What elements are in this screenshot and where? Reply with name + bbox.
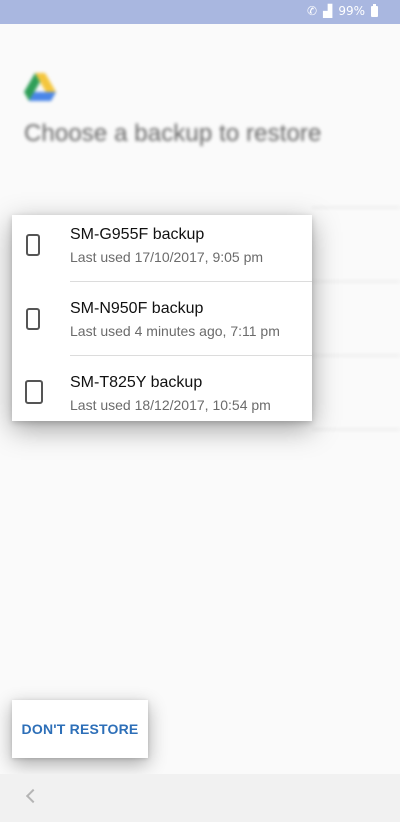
status-icons: ✆ ▟ 99% [307, 3, 378, 18]
backup-item-sm-g955f[interactable]: SM-G955F backup Last used 17/10/2017, 9:… [12, 215, 312, 289]
page-title: Choose a backup to restore [24, 120, 322, 147]
divider [312, 429, 400, 430]
battery-percent: 99% [338, 4, 365, 18]
divider [312, 207, 400, 208]
chevron-left-icon[interactable] [25, 788, 41, 804]
backup-name: SM-G955F backup [70, 226, 205, 243]
backup-last-used: Last used 4 minutes ago, 7:11 pm [70, 323, 280, 339]
backup-name: SM-N950F backup [70, 300, 204, 317]
navigation-bar [0, 774, 400, 822]
backup-name: SM-T825Y backup [70, 374, 203, 391]
dont-restore-button[interactable]: DON'T RESTORE [12, 700, 148, 758]
status-bar: ✆ ▟ 99% [0, 0, 400, 24]
backup-list-popup: SM-G955F backup Last used 17/10/2017, 9:… [12, 215, 312, 421]
phone-icon [26, 234, 40, 256]
signal-icon: ▟ [323, 4, 333, 18]
wifi-calling-icon: ✆ [307, 4, 318, 18]
backup-last-used: Last used 18/12/2017, 10:54 pm [70, 397, 271, 413]
battery-icon [371, 3, 378, 17]
backup-last-used: Last used 17/10/2017, 9:05 pm [70, 249, 264, 265]
backup-item-sm-t825y[interactable]: SM-T825Y backup Last used 18/12/2017, 10… [12, 356, 312, 430]
backup-item-sm-n950f[interactable]: SM-N950F backup Last used 4 minutes ago,… [12, 282, 312, 356]
phone-icon [26, 308, 40, 330]
tablet-icon [25, 380, 43, 404]
divider [312, 355, 400, 356]
divider [312, 281, 400, 282]
google-drive-logo-icon [24, 73, 56, 101]
